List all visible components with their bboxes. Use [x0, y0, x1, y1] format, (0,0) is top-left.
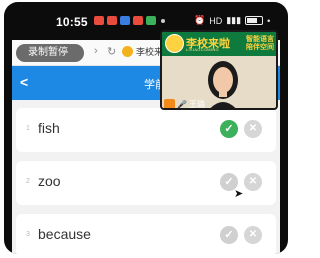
- signal-icon: ▮▮▮: [226, 15, 242, 25]
- slogan-line: 陪伴空间: [246, 44, 274, 51]
- slogan-line: 智能语言: [246, 36, 274, 43]
- app-notification-icon: [107, 16, 117, 25]
- brand-banner: 李校来啦 LIXIAOCOMING 智能语言 陪伴空间: [162, 32, 276, 56]
- brand-logo-icon: [165, 34, 184, 53]
- mark-wrong-button[interactable]: ✕: [244, 120, 262, 138]
- word-text: because: [38, 226, 91, 242]
- network-label: HD: [209, 15, 223, 26]
- teacher-portrait: [208, 61, 238, 108]
- word-row: 2 zoo ✓ ✕ ➤: [16, 161, 276, 205]
- app-notification-icon: [94, 16, 104, 25]
- screen: 10:55 ⏰ HD ▮▮▮ • 录制暂停 › ↻ 李校来 < 学前 1 fis…: [12, 2, 280, 254]
- mark-correct-button[interactable]: ✓: [220, 120, 238, 138]
- more-dot-icon: [161, 19, 165, 23]
- word-text: zoo: [38, 173, 61, 189]
- status-time: 10:55: [56, 15, 88, 29]
- user-icon: [164, 98, 175, 108]
- refresh-icon[interactable]: ↻: [107, 45, 116, 58]
- site-label: 李校来: [136, 47, 164, 57]
- word-text: fish: [38, 120, 60, 136]
- phone-frame: 10:55 ⏰ HD ▮▮▮ • 录制暂停 › ↻ 李校来 < 学前 1 fis…: [4, 2, 288, 254]
- app-notification-icon: [133, 16, 143, 25]
- app-notification-icon: [146, 16, 156, 25]
- word-number: 1: [26, 125, 30, 132]
- teacher-video[interactable]: 李校来啦 LIXIAOCOMING 智能语言 陪伴空间 🎤 王璐: [160, 30, 278, 110]
- app-notification-icon: [120, 16, 130, 25]
- record-pause-button[interactable]: 录制暂停: [16, 44, 84, 62]
- forward-icon[interactable]: ›: [94, 45, 98, 57]
- notification-icons: [94, 16, 165, 25]
- word-number: 2: [26, 178, 30, 185]
- teacher-name-badge: 🎤 王璐: [164, 98, 205, 109]
- battery-icon: [245, 16, 264, 25]
- mark-correct-button[interactable]: ✓: [220, 226, 238, 244]
- site-chip[interactable]: 李校来: [122, 45, 163, 58]
- microphone-icon: 🎤: [177, 99, 187, 109]
- word-number: 3: [26, 231, 30, 238]
- alarm-icon: ⏰: [194, 15, 206, 25]
- brand-english-name: LIXIAOCOMING: [186, 47, 219, 52]
- word-row: 1 fish ✓ ✕: [16, 108, 276, 152]
- word-row: 3 because ✓ ✕: [16, 214, 276, 254]
- back-button[interactable]: <: [20, 74, 28, 90]
- pointer-cursor-icon: ➤: [234, 188, 244, 200]
- status-right: ⏰ HD ▮▮▮ •: [194, 15, 270, 26]
- teacher-name: 王璐: [188, 99, 205, 109]
- site-logo-icon: [122, 46, 133, 57]
- mark-wrong-button[interactable]: ✕: [244, 173, 262, 191]
- mark-wrong-button[interactable]: ✕: [244, 226, 262, 244]
- more-dot-icon: •: [267, 15, 271, 26]
- brand-slogan: 智能语言 陪伴空间: [246, 36, 274, 52]
